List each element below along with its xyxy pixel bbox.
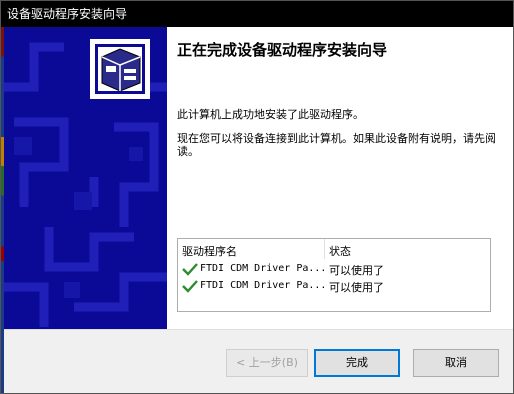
- button-bar: < 上一步(B) 完成 取消: [4, 330, 513, 393]
- driver-list-header: 驱动程序名 状态: [178, 239, 490, 259]
- wizard-banner: [4, 27, 167, 329]
- driver-row[interactable]: FTDI CDM Driver Pa... 可以使用了: [178, 261, 490, 278]
- success-message: 此计算机上成功地安装了此驱动程序。: [177, 108, 364, 121]
- column-header-name[interactable]: 驱动程序名: [182, 243, 237, 259]
- wizard-window: 设备驱动程序安装向导 正在完成设备驱动程序安装向导 此计算机上成功地安装了此驱动…: [0, 0, 514, 394]
- finish-button[interactable]: 完成: [314, 349, 400, 377]
- title-bar[interactable]: 设备驱动程序安装向导: [1, 1, 513, 27]
- device-icon: [90, 39, 150, 99]
- column-separator[interactable]: [324, 239, 325, 259]
- back-button[interactable]: < 上一步(B): [226, 349, 308, 377]
- check-icon: [182, 263, 198, 276]
- instruction-message: 现在您可以将设备连接到此计算机。如果此设备附有说明，请先阅读。: [177, 132, 496, 158]
- content-panel: 正在完成设备驱动程序安装向导 此计算机上成功地安装了此驱动程序。 现在您可以将设…: [167, 27, 513, 329]
- driver-status: 可以使用了: [329, 281, 384, 294]
- window-title: 设备驱动程序安装向导: [7, 7, 128, 21]
- cancel-button[interactable]: 取消: [413, 349, 499, 377]
- driver-name: FTDI CDM Driver Pa...: [200, 280, 327, 291]
- check-icon: [182, 280, 198, 293]
- column-header-status[interactable]: 状态: [329, 243, 351, 259]
- driver-row[interactable]: FTDI CDM Driver Pa... 可以使用了: [178, 278, 490, 295]
- driver-name: FTDI CDM Driver Pa...: [200, 263, 327, 274]
- driver-list[interactable]: 驱动程序名 状态 FTDI CDM Driver Pa... 可以使用了 FTD…: [177, 238, 491, 312]
- page-heading: 正在完成设备驱动程序安装向导: [177, 41, 388, 59]
- driver-status: 可以使用了: [329, 264, 384, 277]
